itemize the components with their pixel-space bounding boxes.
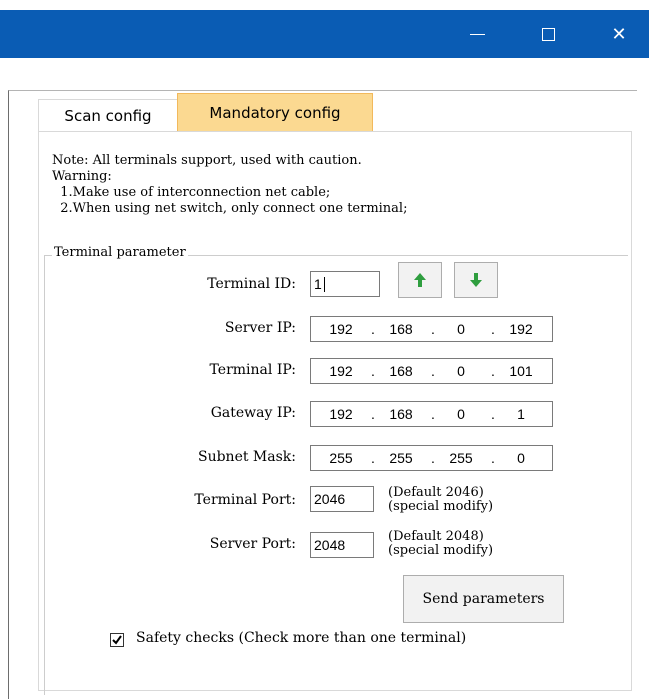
- ip-octet: 255: [389, 450, 413, 466]
- button-label: Send parameters: [422, 591, 545, 607]
- ip-octet: 0: [457, 406, 465, 422]
- gateway-ip-input[interactable]: 192 . 168 . 0 . 1: [310, 401, 553, 427]
- subnet-mask-label: Subnet Mask:: [197, 449, 296, 465]
- text-caret: [323, 276, 325, 292]
- ip-octet: 0: [517, 450, 525, 466]
- warning-item: 1.Make use of interconnection net cable;: [52, 185, 331, 200]
- arrow-down-icon: [470, 273, 482, 287]
- warning-item: 2.When using net switch, only connect on…: [52, 201, 408, 216]
- terminal-port-input[interactable]: 2046: [310, 486, 374, 512]
- ip-octet: 168: [389, 406, 413, 422]
- ip-octet: 1: [517, 406, 525, 422]
- ip-octet: 255: [329, 450, 353, 466]
- warning-heading: Warning:: [52, 169, 112, 184]
- terminal-port-label: Terminal Port:: [194, 492, 296, 508]
- send-parameters-button[interactable]: Send parameters: [403, 575, 564, 623]
- ip-octet: 168: [389, 321, 413, 337]
- tab-scan-config[interactable]: Scan config: [38, 99, 178, 132]
- ip-octet: 0: [457, 321, 465, 337]
- safety-checks-label: Safety checks (Check more than one termi…: [136, 630, 467, 646]
- close-icon: ✕: [611, 23, 627, 45]
- minimize-icon: [469, 33, 485, 35]
- hint-line: (special modify): [388, 499, 494, 514]
- terminal-id-label: Terminal ID:: [207, 276, 296, 292]
- ip-octet: 192: [329, 406, 353, 422]
- gateway-ip-label: Gateway IP:: [210, 405, 296, 421]
- terminal-ip-input[interactable]: 192 . 168 . 0 . 101: [310, 358, 553, 384]
- terminal-id-value: 1: [314, 276, 322, 292]
- ip-octet: 101: [509, 363, 533, 379]
- title-bar: ✕: [0, 10, 649, 58]
- safety-checks-checkbox[interactable]: [110, 633, 124, 647]
- checkmark-icon: [112, 635, 122, 645]
- tab-label: Mandatory config: [209, 104, 341, 122]
- ip-octet: 192: [509, 321, 533, 337]
- decrement-id-button[interactable]: [454, 262, 498, 298]
- server-port-input[interactable]: 2048: [310, 532, 374, 558]
- ip-octet: 192: [329, 363, 353, 379]
- hint-line: (special modify): [388, 543, 494, 558]
- terminal-id-input[interactable]: 1: [310, 271, 380, 297]
- ip-octet: 255: [449, 450, 473, 466]
- server-ip-label: Server IP:: [224, 320, 296, 336]
- close-button[interactable]: ✕: [595, 10, 643, 58]
- maximize-icon: [541, 27, 555, 41]
- ip-octet: 0: [457, 363, 465, 379]
- terminal-port-value: 2046: [314, 491, 346, 507]
- tab-mandatory-config[interactable]: Mandatory config: [177, 93, 373, 132]
- server-port-hint: (Default 2048) (special modify): [388, 530, 493, 558]
- ip-octet: 192: [329, 321, 353, 337]
- group-title: Terminal parameter: [52, 245, 188, 260]
- minimize-button[interactable]: [453, 10, 501, 58]
- increment-id-button[interactable]: [398, 262, 442, 298]
- maximize-button[interactable]: [524, 10, 572, 58]
- note-line: Note: All terminals support, used with c…: [52, 153, 362, 168]
- hint-line: (Default 2048): [388, 529, 484, 544]
- terminal-ip-label: Terminal IP:: [209, 362, 296, 378]
- hint-line: (Default 2046): [388, 485, 484, 500]
- ip-octet: 168: [389, 363, 413, 379]
- arrow-up-icon: [414, 273, 426, 287]
- terminal-port-hint: (Default 2046) (special modify): [388, 486, 493, 514]
- server-port-label: Server Port:: [209, 536, 296, 552]
- server-ip-input[interactable]: 192 . 168 . 0 . 192: [310, 316, 553, 342]
- subnet-mask-input[interactable]: 255 . 255 . 255 . 0: [310, 445, 553, 471]
- server-port-value: 2048: [314, 537, 346, 553]
- tab-label: Scan config: [64, 107, 152, 125]
